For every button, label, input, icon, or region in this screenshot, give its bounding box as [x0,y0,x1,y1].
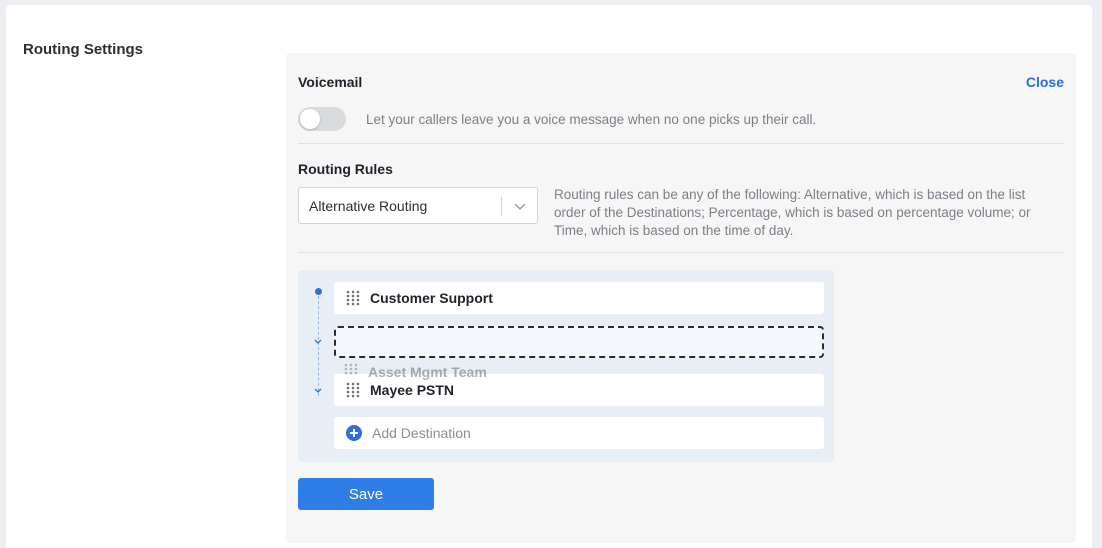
add-destination-label: Add Destination [372,425,471,441]
drag-handle-icon [344,363,358,375]
destination-name: Customer Support [370,290,493,306]
drag-handle-icon[interactable] [346,382,360,398]
select-separator [501,196,502,216]
save-button[interactable]: Save [298,478,434,510]
timeline-line [318,296,319,396]
voicemail-title: Voicemail [298,74,363,90]
settings-card: Routing Settings Voicemail Close Let you… [6,5,1092,548]
add-destination-button[interactable]: Add Destination [334,417,824,449]
dragging-destination-name: Asset Mgmt Team [368,364,487,380]
section-title: Routing Settings [23,41,143,58]
timeline-arrow-icon [314,339,322,344]
routing-rule-select[interactable]: Alternative Routing [298,187,538,224]
divider [298,143,1064,144]
routing-rule-value: Alternative Routing [309,198,428,214]
plus-circle-icon [346,425,362,441]
chevron-down-icon[interactable] [511,196,529,216]
destination-row[interactable]: Customer Support [334,282,824,314]
divider [298,252,1064,253]
routing-rules-description: Routing rules can be any of the followin… [554,187,1031,238]
destinations-list: Customer Support Mayee PSTN Asset Mgmt T… [298,270,834,462]
voicemail-toggle[interactable] [298,107,346,131]
routing-rules-title: Routing Rules [298,161,393,177]
timeline-dot [315,288,322,295]
voicemail-description: Let your callers leave you a voice messa… [366,112,817,127]
drag-handle-icon[interactable] [346,290,360,306]
close-link[interactable]: Close [1026,74,1064,90]
timeline-arrow-icon [314,388,322,393]
toggle-knob [300,109,320,129]
drop-placeholder[interactable] [334,326,824,358]
routing-panel: Voicemail Close Let your callers leave y… [286,53,1076,543]
destination-name: Mayee PSTN [370,382,455,398]
